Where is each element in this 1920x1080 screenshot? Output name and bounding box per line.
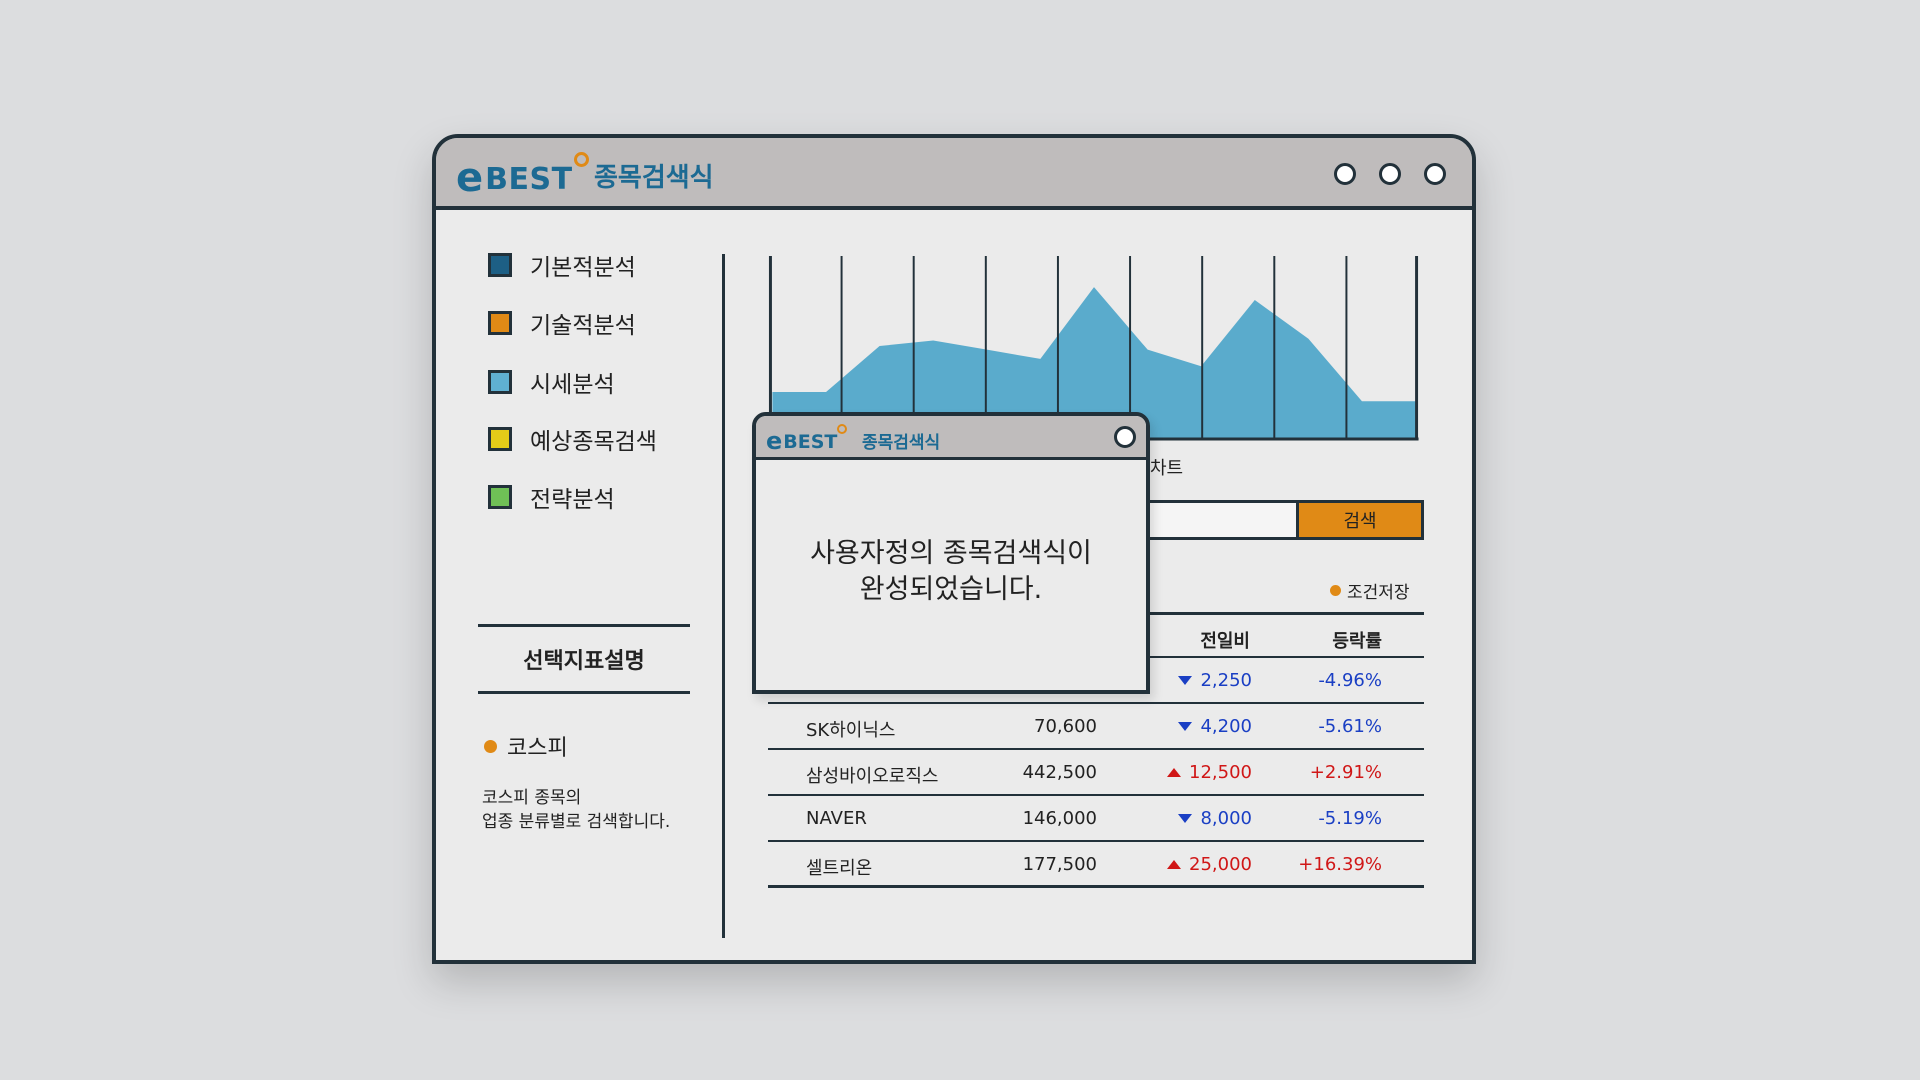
completion-dialog: e BEST 종목검색식 사용자정의 종목검색식이 완성되었습니다. <box>752 412 1150 694</box>
stock-change: 8,000 <box>1178 808 1252 829</box>
stock-rate: +16.39% <box>1298 854 1382 875</box>
stock-name: NAVER <box>806 808 867 829</box>
stock-price: 442,500 <box>1022 762 1097 783</box>
table-row[interactable]: 셀트리온 177,500 25,000 +16.39% <box>768 842 1424 888</box>
sidebar: 기본적분석 기술적분석 시세분석 예상종목검색 전략분석 선택지표설명 코스피 … <box>436 210 726 960</box>
stock-price: 177,500 <box>1022 854 1097 875</box>
header-rate: 등락률 <box>1332 631 1382 652</box>
stock-change-value: 2,250 <box>1200 670 1252 691</box>
stock-change-value: 8,000 <box>1200 808 1252 829</box>
dialog-message-line: 완성되었습니다. <box>859 574 1043 605</box>
arrow-up-icon <box>1167 768 1182 777</box>
color-swatch <box>488 253 512 277</box>
color-swatch <box>488 485 512 509</box>
stock-price: 146,000 <box>1022 808 1097 829</box>
save-condition-label: 조건저장 <box>1347 583 1410 603</box>
stock-change: 25,000 <box>1167 854 1252 875</box>
dialog-title-bar: e BEST 종목검색식 <box>756 416 1146 460</box>
title-bar: e BEST 종목검색식 <box>436 138 1472 210</box>
stock-name: 셀트리온 <box>806 858 873 879</box>
stock-name: SK하이닉스 <box>806 720 896 741</box>
stock-rate: -5.19% <box>1318 808 1382 829</box>
header-change: 전일비 <box>1200 631 1250 652</box>
window-controls <box>1334 163 1446 185</box>
stock-price: 70,600 <box>1034 716 1097 737</box>
stock-change-value: 4,200 <box>1200 716 1252 737</box>
sidebar-item-label: 시세분석 <box>530 372 615 398</box>
close-button[interactable] <box>1424 163 1446 185</box>
bullet-dot <box>1330 585 1341 596</box>
sidebar-item-basic-analysis[interactable]: 기본적분석 <box>488 248 636 282</box>
sidebar-item-label: 전략분석 <box>530 487 615 513</box>
color-swatch <box>488 370 512 394</box>
ebest-logo: e BEST <box>456 152 589 198</box>
sidebar-divider <box>722 254 725 938</box>
search-input[interactable] <box>1136 500 1296 540</box>
arrow-up-icon <box>1167 860 1182 869</box>
stock-change-value: 12,500 <box>1189 762 1252 783</box>
description-text: 코스피 종목의 업종 분류별로 검색합니다. <box>482 786 670 834</box>
dialog-message-line: 사용자정의 종목검색식이 <box>810 538 1092 569</box>
bullet-dot <box>484 739 497 753</box>
sidebar-item-expected-search[interactable]: 예상종목검색 <box>488 422 657 456</box>
description-line: 업종 분류별로 검색합니다. <box>482 812 671 832</box>
arrow-down-icon <box>1178 814 1193 823</box>
stock-rate: -4.96% <box>1318 670 1382 691</box>
table-row[interactable]: SK하이닉스 70,600 4,200 -5.61% <box>768 704 1424 750</box>
color-swatch <box>488 311 512 335</box>
maximize-button[interactable] <box>1379 163 1401 185</box>
logo-text: BEST <box>783 431 838 453</box>
color-swatch <box>488 427 512 451</box>
logo-text: BEST <box>485 162 573 197</box>
search-button[interactable]: 검색 <box>1296 500 1424 540</box>
stock-name: 삼성바이오로직스 <box>806 766 939 787</box>
window-title: 종목검색식 <box>594 163 714 193</box>
description-line: 코스피 종목의 <box>482 788 582 808</box>
chart-caption: 차트 <box>1150 458 1184 479</box>
stock-change: 12,500 <box>1167 762 1252 783</box>
stock-change-value: 25,000 <box>1189 854 1252 875</box>
stock-change: 2,250 <box>1178 670 1252 691</box>
dialog-message: 사용자정의 종목검색식이 완성되었습니다. <box>756 536 1146 608</box>
arrow-down-icon <box>1178 722 1193 731</box>
sidebar-item-technical-analysis[interactable]: 기술적분석 <box>488 306 636 340</box>
selected-indicator-label: 코스피 <box>507 736 568 761</box>
dialog-close-button[interactable] <box>1114 426 1136 448</box>
selected-indicator: 코스피 <box>484 730 568 762</box>
sidebar-item-label: 기본적분석 <box>530 255 636 281</box>
stock-rate: +2.91% <box>1309 762 1382 783</box>
sidebar-item-label: 기술적분석 <box>530 313 636 339</box>
table-row[interactable]: 삼성바이오로직스 442,500 12,500 +2.91% <box>768 750 1424 796</box>
stock-change: 4,200 <box>1178 716 1252 737</box>
sidebar-item-strategy-analysis[interactable]: 전략분석 <box>488 480 615 514</box>
main-window: e BEST 종목검색식 기본적분석 기술적분석 시세분석 예상종목검색 전략분석 <box>432 134 1476 964</box>
arrow-down-icon <box>1178 676 1193 685</box>
sidebar-item-price-analysis[interactable]: 시세분석 <box>488 365 615 399</box>
save-condition-button[interactable]: 조건저장 <box>1330 578 1410 603</box>
sidebar-item-label: 예상종목검색 <box>530 429 657 455</box>
description-title: 선택지표설명 <box>478 624 690 694</box>
table-row[interactable]: NAVER 146,000 8,000 -5.19% <box>768 796 1424 842</box>
stock-rate: -5.61% <box>1318 716 1382 737</box>
dialog-title: 종목검색식 <box>862 433 941 453</box>
ebest-logo: e BEST <box>766 424 848 453</box>
minimize-button[interactable] <box>1334 163 1356 185</box>
